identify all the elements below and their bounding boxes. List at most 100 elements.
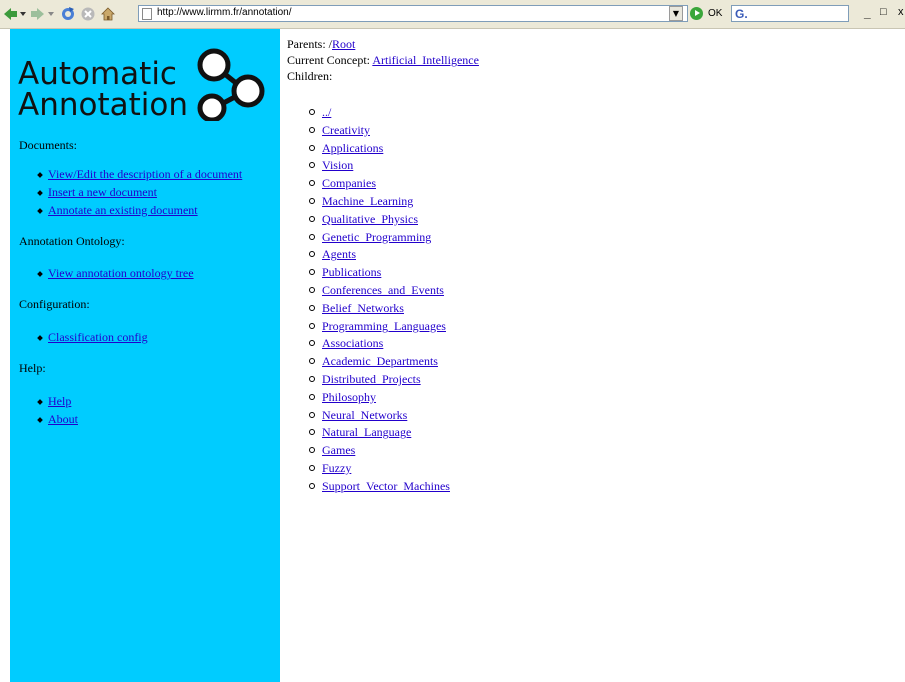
current-concept-link[interactable]: Artificial_Intelligence (372, 53, 479, 67)
logo: Automatic Annotation (10, 39, 272, 123)
child-link-neural-networks[interactable]: Neural_Networks (322, 408, 407, 422)
parents-label: Parents: / (287, 37, 332, 51)
classification-config-link[interactable]: Classification config (48, 330, 148, 344)
annotate-document-link[interactable]: Annotate an existing document (48, 203, 198, 217)
list-item: ../ (309, 104, 450, 122)
list-item: Genetic_Programming (309, 229, 450, 247)
stop-icon (81, 7, 95, 21)
child-link-games[interactable]: Games (322, 443, 355, 457)
configuration-heading: Configuration: (19, 297, 90, 311)
list-item: View/Edit the description of a document (37, 166, 242, 184)
address-bar[interactable]: http://www.lirmm.fr/annotation/ (138, 5, 688, 22)
root-link[interactable]: Root (332, 37, 355, 51)
child-link-academic-departments[interactable]: Academic_Departments (322, 354, 438, 368)
child-link-philosophy[interactable]: Philosophy (322, 390, 376, 404)
child-link-publications[interactable]: Publications (322, 265, 381, 279)
child-link-associations[interactable]: Associations (322, 336, 383, 350)
help-heading: Help: (19, 361, 46, 375)
refresh-button[interactable] (60, 6, 76, 22)
child-link-companies[interactable]: Companies (322, 176, 376, 190)
list-item: Applications (309, 140, 450, 158)
child-link-genetic-programming[interactable]: Genetic_Programming (322, 230, 431, 244)
list-item: Machine_Learning (309, 193, 450, 211)
back-button[interactable] (2, 6, 28, 22)
back-icon (4, 8, 26, 20)
ontology-heading: Annotation Ontology: (19, 234, 125, 248)
list-item: Annotate an existing document (37, 202, 242, 220)
list-item: View annotation ontology tree (37, 265, 194, 283)
documents-list: View/Edit the description of a document … (37, 166, 242, 220)
current-concept-label: Current Concept: (287, 53, 373, 67)
list-item: Natural_Language (309, 424, 450, 442)
close-button[interactable]: x (898, 6, 904, 18)
child-link-machine-learning[interactable]: Machine_Learning (322, 194, 413, 208)
go-button[interactable]: OK (708, 8, 722, 19)
child-link-vision[interactable]: Vision (322, 158, 353, 172)
parents-line: Parents: /Root (287, 36, 479, 52)
stop-button[interactable] (80, 6, 96, 22)
child-link-belief-networks[interactable]: Belief_Networks (322, 301, 404, 315)
refresh-icon (62, 7, 74, 20)
help-link[interactable]: Help (48, 394, 71, 408)
view-edit-document-link[interactable]: View/Edit the description of a document (48, 167, 242, 181)
list-item: Programming_Languages (309, 318, 450, 336)
ontology-list: View annotation ontology tree (37, 265, 194, 283)
maximize-button[interactable]: □ (880, 6, 887, 18)
configuration-list: Classification config (37, 329, 148, 347)
child-link-creativity[interactable]: Creativity (322, 123, 370, 137)
child-link-fuzzy[interactable]: Fuzzy (322, 461, 351, 475)
list-item: Games (309, 442, 450, 460)
child-link-applications[interactable]: Applications (322, 141, 383, 155)
list-item: Classification config (37, 329, 148, 347)
google-icon[interactable]: G. (735, 7, 748, 21)
list-item: Publications (309, 264, 450, 282)
child-link-programming-languages[interactable]: Programming_Languages (322, 319, 446, 333)
child-link-parent[interactable]: ../ (322, 105, 331, 119)
list-item: Associations (309, 335, 450, 353)
child-link-qualitative-physics[interactable]: Qualitative_Physics (322, 212, 418, 226)
molecule-logo-icon: Automatic Annotation (18, 48, 265, 123)
logo-line2: Annotation (18, 87, 188, 121)
address-dropdown[interactable]: ▼ (669, 6, 683, 21)
list-item: Insert a new document (37, 184, 242, 202)
list-item: Philosophy (309, 389, 450, 407)
browser-toolbar: http://www.lirmm.fr/annotation/ ▼ OK G. … (0, 0, 905, 29)
documents-heading: Documents: (19, 138, 77, 152)
home-icon (101, 7, 115, 21)
child-link-natural-language[interactable]: Natural_Language (322, 425, 411, 439)
chevron-down-icon: ▼ (672, 9, 680, 18)
child-link-distributed-projects[interactable]: Distributed_Projects (322, 372, 421, 386)
list-item: Creativity (309, 122, 450, 140)
list-item: Support_Vector_Machines (309, 478, 450, 496)
sidebar: Automatic Annotation Documents: View/Edi… (10, 29, 280, 682)
help-list: Help About (37, 393, 78, 429)
list-item: Companies (309, 175, 450, 193)
child-link-support-vector-machines[interactable]: Support_Vector_Machines (322, 479, 450, 493)
forward-icon (31, 8, 54, 20)
list-item: Belief_Networks (309, 300, 450, 318)
about-link[interactable]: About (48, 412, 78, 426)
list-item: Agents (309, 246, 450, 264)
list-item: Neural_Networks (309, 407, 450, 425)
view-ontology-tree-link[interactable]: View annotation ontology tree (48, 266, 194, 280)
children-list: ../ Creativity Applications Vision Compa… (309, 104, 450, 496)
current-concept-line: Current Concept: Artificial_Intelligence (287, 52, 479, 68)
main-content: Parents: /Root Current Concept: Artifici… (287, 36, 479, 493)
forward-button[interactable] (30, 6, 56, 22)
minimize-button[interactable]: _ (864, 6, 871, 20)
children-label: Children: (287, 69, 333, 83)
go-icon[interactable] (690, 7, 703, 20)
page-icon (142, 8, 152, 20)
list-item: About (37, 411, 78, 429)
search-box[interactable]: G. (731, 5, 849, 22)
list-item: Help (37, 393, 78, 411)
insert-document-link[interactable]: Insert a new document (48, 185, 157, 199)
child-link-conferences-and-events[interactable]: Conferences_and_Events (322, 283, 444, 297)
list-item: Qualitative_Physics (309, 211, 450, 229)
list-item: Fuzzy (309, 460, 450, 478)
list-item: Academic_Departments (309, 353, 450, 371)
address-text[interactable]: http://www.lirmm.fr/annotation/ (157, 7, 292, 18)
home-button[interactable] (100, 6, 116, 22)
child-link-agents[interactable]: Agents (322, 247, 356, 261)
list-item: Conferences_and_Events (309, 282, 450, 300)
